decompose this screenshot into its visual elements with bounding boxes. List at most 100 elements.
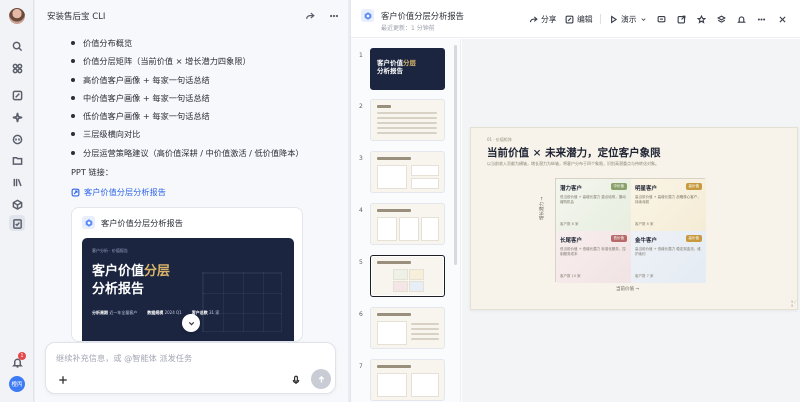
chevron-down-icon <box>641 17 646 21</box>
card-title: 客户价值分层分析报告 <box>101 217 183 228</box>
list-item: 价值分布概览 <box>71 37 341 55</box>
list-item: 低价值客户画像 + 每家一句话总结 <box>71 110 341 128</box>
layers-icon[interactable] <box>715 13 727 25</box>
comment-icon[interactable] <box>655 13 667 25</box>
thumbnail-number: 1 <box>359 52 363 59</box>
quadrant-stat: 客户数 8 家 <box>560 222 579 226</box>
thumbnail-image[interactable] <box>370 203 445 245</box>
more-icon[interactable] <box>755 13 767 25</box>
slide-eyebrow: 01 · 价值矩阵 <box>487 137 512 142</box>
chat-header: 安装售后宝 CLI <box>35 0 348 32</box>
quadrant-text: 高当前价值 + 低增长潜力 稳定现金流，维护续约 <box>635 247 701 256</box>
thumbnail-number: 7 <box>359 363 363 370</box>
slide-thumbnail[interactable]: 7 <box>351 359 460 402</box>
thumbnail-number: 3 <box>359 155 363 162</box>
voice-input-button[interactable] <box>289 373 303 387</box>
thumbnail-image[interactable] <box>370 99 445 141</box>
slide-description: 以当前收入贡献为横轴，增长潜力为纵轴，将客户分布于四个象限，识别高潜重点与待转化… <box>487 161 659 166</box>
grid-decoration <box>202 272 282 332</box>
meta-item: 分析周期 近一年全量客户 <box>92 310 138 315</box>
clipboard-icon[interactable] <box>9 215 25 231</box>
folder-icon[interactable] <box>9 152 25 168</box>
arrow-up-icon <box>318 375 324 382</box>
last-updated: 最近更新：1 分钟前 <box>381 25 435 32</box>
ppt-logo-icon <box>361 9 374 22</box>
avatar[interactable] <box>9 8 25 24</box>
thumbnail-image[interactable] <box>370 151 445 193</box>
cover-title-line1: 客户价值分层 <box>92 264 171 279</box>
slide-thumbnail[interactable]: 2 <box>351 99 460 147</box>
chat-panel: 安装售后宝 CLI 价值分布概览 价值分层矩阵（当前价值 × 增长潜力四象限） … <box>35 0 348 402</box>
edit-icon[interactable] <box>9 87 25 103</box>
bell-icon[interactable] <box>735 13 747 25</box>
slide-thumbnail[interactable]: 1 客户价值分层 分析报告 <box>351 48 460 96</box>
mic-icon <box>292 375 300 384</box>
search-icon[interactable] <box>9 38 25 54</box>
cover-title-line2: 分析报告 <box>92 282 145 297</box>
quadrant-longtail: 长尾客户 低价值 低当前价值 + 低增长潜力 标准化服务，控制服务成本 客户数 … <box>556 231 631 283</box>
scroll-down-button[interactable] <box>182 314 200 332</box>
current-slide[interactable]: 01 · 价值矩阵 当前价值 × 未来潜力，定位客户象限 以当前收入贡献为横轴，… <box>470 127 798 310</box>
present-label: 演示 <box>621 14 637 24</box>
y-axis-label: 增长潜力 → <box>540 196 545 220</box>
message-input[interactable]: 继续补充信息，或 @智能体 派发任务 <box>56 352 192 364</box>
slide-thumbnail[interactable]: 6 <box>351 307 460 355</box>
edit-icon <box>565 15 574 23</box>
chat-title: 安装售后宝 CLI <box>47 12 106 22</box>
more-icon[interactable] <box>328 10 340 22</box>
play-icon <box>611 14 618 24</box>
slide-thumbnail-selected[interactable]: 5 <box>351 255 460 303</box>
slide-stage: 01 · 价值矩阵 当前价值 × 未来潜力，定位客户象限 以当前收入贡献为横轴，… <box>462 39 800 402</box>
slide-thumbnail[interactable]: 4 <box>351 203 460 251</box>
quadrant-potential: 潜力客户 中价值 低当前价值 + 高增长潜力 重点培育，撬动增购机会 客户数 8… <box>556 179 631 231</box>
quadrant-stat: 客户数 7 家 <box>635 274 654 278</box>
notification-badge: 1 <box>18 352 26 360</box>
library-icon[interactable] <box>9 174 25 190</box>
list-item: 高价值客户画像 + 每家一句话总结 <box>71 74 341 92</box>
ppt-logo-icon <box>82 216 95 229</box>
toolbar-divider <box>600 14 601 24</box>
thumbnail-image[interactable]: 客户价值分层 分析报告 <box>370 48 445 90</box>
thumbnail-cover-title: 客户价值分层 分析报告 <box>377 59 416 75</box>
thumbnail-number: 2 <box>359 103 363 110</box>
ppt-link[interactable]: 客户价值分层分析报告 <box>71 186 166 198</box>
edit-button[interactable]: 编辑 <box>565 13 593 25</box>
add-attachment-button[interactable] <box>56 373 70 387</box>
share-label: 分享 <box>541 14 557 24</box>
share-icon[interactable] <box>304 10 316 22</box>
thumbnail-image[interactable] <box>370 307 445 349</box>
share-icon <box>529 15 538 22</box>
list-item: 中价值客户画像 + 每家一句话总结 <box>71 92 341 110</box>
quadrant-cashcow: 金牛客户 高价值 高当前价值 + 低增长潜力 稳定现金流，维护续约 客户数 7 … <box>631 231 706 283</box>
slide-thumbnail[interactable]: 3 <box>351 151 460 199</box>
quadrant-tag: 高价值 <box>685 235 702 242</box>
spark-icon[interactable] <box>9 109 25 125</box>
edit-label: 编辑 <box>577 14 593 24</box>
x-axis-label: 当前价值 → <box>616 287 640 292</box>
share-button[interactable]: 分享 <box>529 13 557 25</box>
cube-icon[interactable] <box>9 196 25 212</box>
open-external-icon[interactable] <box>675 13 687 25</box>
thumbnail-image[interactable] <box>370 359 445 401</box>
list-item: 价值分层矩阵（当前价值 × 增长潜力四象限） <box>71 55 341 73</box>
quadrant-star: 明星客户 高价值 高当前价值 + 高增长潜力 战略核心客户，持续深耕 客户数 6… <box>631 179 706 231</box>
slide-page-number: 5 / 9 <box>791 300 796 308</box>
meta-item: 数据规模 2024 Q1 <box>147 310 182 315</box>
chat-icon[interactable] <box>9 131 25 147</box>
user-badge[interactable]: 橙丙 <box>9 376 25 392</box>
message-input-box[interactable]: 继续补充信息，或 @智能体 派发任务 <box>45 342 336 394</box>
thumbnail-image[interactable] <box>370 255 445 297</box>
list-item: 分层运营策略建议（高价值深耕 / 中价值激活 / 低价值降本） <box>71 147 341 165</box>
quadrant-stat: 客户数 6 家 <box>635 222 654 226</box>
ppt-link-text[interactable]: 客户价值分层分析报告 <box>84 186 166 198</box>
quadrant-text: 高当前价值 + 高增长潜力 战略核心客户，持续深耕 <box>635 195 701 204</box>
grid-icon[interactable] <box>9 60 25 76</box>
star-icon[interactable] <box>695 13 707 25</box>
send-button[interactable] <box>311 369 331 389</box>
outline-list: 价值分布概览 价值分层矩阵（当前价值 × 增长潜力四象限） 高价值客户画像 + … <box>71 37 341 165</box>
document-title: 客户价值分层分析报告 <box>381 11 464 21</box>
close-icon[interactable] <box>776 13 788 25</box>
present-button[interactable]: 演示 <box>609 13 647 25</box>
card-header: 客户价值分层分析报告 <box>82 216 183 229</box>
link-icon <box>71 188 80 196</box>
